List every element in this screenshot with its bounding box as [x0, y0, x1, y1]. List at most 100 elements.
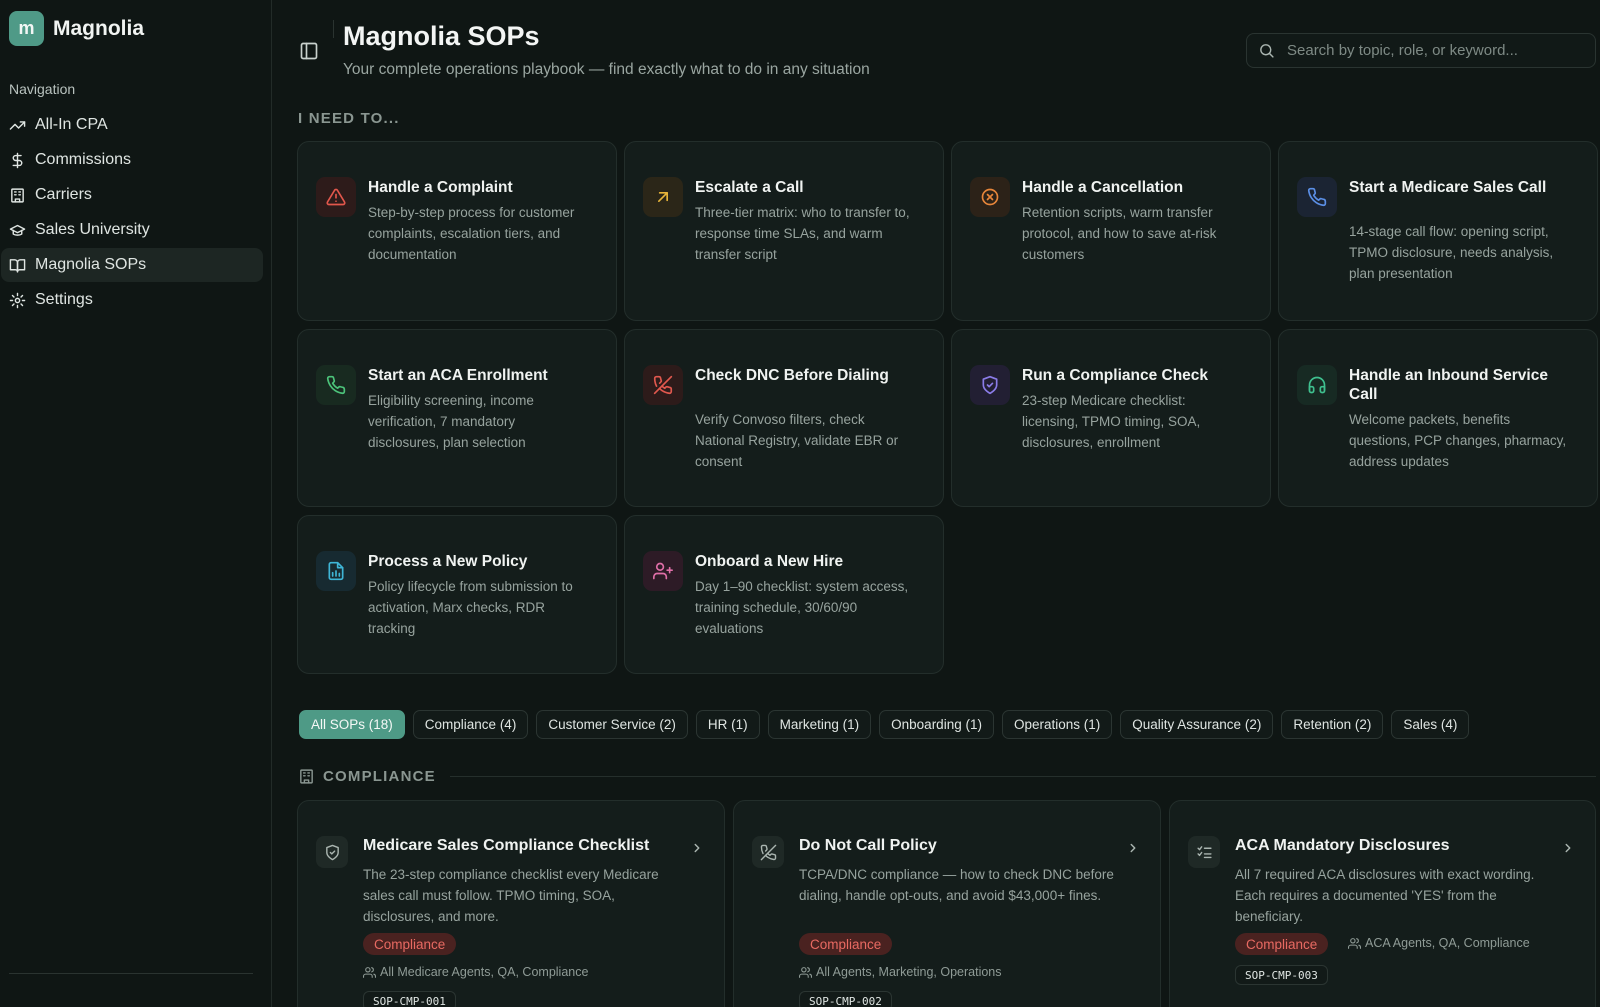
card-description: Eligibility screening, income verificati… — [368, 393, 534, 450]
sop-audience-text: ACA Agents, QA, Compliance — [1365, 936, 1530, 950]
page-subtitle: Your complete operations playbook — find… — [343, 61, 870, 78]
compliance-section-heading: COMPLIANCE — [298, 768, 436, 785]
compliance-heading-label: COMPLIANCE — [323, 768, 436, 785]
filter-onboarding[interactable]: Onboarding (1) — [879, 710, 994, 739]
sop-title: Do Not Call Policy — [799, 837, 937, 854]
sidebar-item-settings[interactable]: Settings — [1, 283, 263, 317]
card-title: Onboard a New Hire — [695, 553, 844, 570]
section-divider — [450, 776, 1596, 777]
sidebar-item-carriers[interactable]: Carriers — [1, 178, 263, 212]
card-handle-cancellation[interactable]: Handle a Cancellation Retention scripts,… — [951, 141, 1271, 321]
card-title: Handle an Inbound Service Call — [1349, 367, 1548, 403]
card-run-compliance-check[interactable]: Run a Compliance Check 23-step Medicare … — [951, 329, 1271, 507]
shield-check-icon — [316, 836, 348, 868]
users-icon — [363, 966, 376, 978]
card-description: Step-by-step process for customer compla… — [368, 205, 575, 262]
sidebar-item-all-in-cpa[interactable]: All-In CPA — [1, 108, 263, 142]
building-icon — [11, 187, 24, 203]
card-handle-inbound-call[interactable]: Handle an Inbound Service Call Welcome p… — [1278, 329, 1598, 507]
card-title: Escalate a Call — [695, 179, 804, 196]
sidebar-toggle-button[interactable] — [299, 41, 319, 61]
filter-retention[interactable]: Retention (2) — [1281, 710, 1384, 739]
card-description: Three-tier matrix: who to transfer to, r… — [695, 205, 910, 262]
sop-code: SOP-CMP-002 — [799, 991, 892, 1007]
card-process-new-policy[interactable]: Process a New Policy Policy lifecycle fr… — [297, 515, 617, 674]
sop-description: The 23-step compliance checklist every M… — [363, 867, 659, 924]
sop-audience: ACA Agents, QA, Compliance — [1348, 936, 1530, 950]
card-start-medicare-call[interactable]: Start a Medicare Sales Call 14-stage cal… — [1278, 141, 1598, 321]
card-description: Welcome packets, benefits questions, PCP… — [1349, 412, 1567, 469]
phone-icon — [316, 365, 356, 405]
arrow-up-right-icon — [643, 177, 683, 217]
card-description: Retention scripts, warm transfer protoco… — [1022, 205, 1217, 262]
search-box[interactable] — [1246, 33, 1596, 68]
filter-marketing[interactable]: Marketing (1) — [767, 710, 872, 739]
sop-code: SOP-CMP-003 — [1235, 965, 1328, 985]
card-description: Policy lifecycle from submission to acti… — [368, 579, 573, 636]
sop-card-cmp-003[interactable]: ACA Mandatory Disclosures All 7 required… — [1169, 800, 1596, 1007]
filter-compliance[interactable]: Compliance (4) — [412, 710, 529, 739]
category-badge: Compliance — [1235, 933, 1329, 955]
page-title: Magnolia SOPs — [343, 21, 540, 51]
filter-hr[interactable]: HR (1) — [695, 710, 760, 739]
card-escalate-call[interactable]: Escalate a Call Three-tier matrix: who t… — [624, 141, 944, 321]
sidebar: m Magnolia Navigation All-In CPA Commiss… — [0, 0, 272, 1007]
sidebar-divider — [9, 973, 253, 974]
search-icon — [1260, 44, 1274, 58]
sop-description: TCPA/DNC compliance — how to check DNC b… — [799, 867, 1114, 903]
app-name: Magnolia — [53, 16, 145, 40]
sidebar-item-label: Sales University — [35, 221, 150, 238]
chevron-right-icon[interactable] — [1561, 841, 1575, 855]
card-handle-complaint[interactable]: Handle a Complaint Step-by-step process … — [297, 141, 617, 321]
x-circle-icon — [970, 177, 1010, 217]
search-input[interactable] — [1287, 42, 1587, 59]
sop-audience-text: All Agents, Marketing, Operations — [816, 965, 1002, 979]
card-title: Run a Compliance Check — [1022, 367, 1209, 384]
card-description: 23-step Medicare checklist: licensing, T… — [1022, 393, 1201, 450]
graduation-cap-icon — [9, 224, 26, 236]
panel-left-icon — [300, 42, 318, 60]
phone-off-icon — [643, 365, 683, 405]
sidebar-item-label: Settings — [35, 291, 93, 308]
card-description: Verify Convoso filters, check National R… — [695, 412, 899, 469]
sidebar-item-magnolia-sops[interactable]: Magnolia SOPs — [1, 248, 263, 282]
filter-operations[interactable]: Operations (1) — [1001, 710, 1113, 739]
sop-code: SOP-CMP-001 — [363, 991, 456, 1007]
nav-list: All-In CPA Commissions Carriers Sales Un… — [1, 108, 263, 318]
sop-card-cmp-002[interactable]: Do Not Call Policy TCPA/DNC compliance —… — [733, 800, 1161, 1007]
users-icon — [799, 966, 812, 978]
sidebar-item-sales-university[interactable]: Sales University — [1, 213, 263, 247]
sop-description: All 7 required ACA disclosures with exac… — [1235, 867, 1535, 924]
chevron-right-icon[interactable] — [690, 841, 704, 855]
sidebar-item-commissions[interactable]: Commissions — [1, 143, 263, 177]
card-start-aca-enrollment[interactable]: Start an ACA Enrollment Eligibility scre… — [297, 329, 617, 507]
card-description: Day 1–90 checklist: system access, train… — [695, 579, 909, 636]
sidebar-item-label: Commissions — [35, 151, 132, 168]
sop-title: ACA Mandatory Disclosures — [1235, 837, 1450, 854]
filter-quality-assurance[interactable]: Quality Assurance (2) — [1120, 710, 1274, 739]
category-filters: All SOPs (18) Compliance (4) Customer Se… — [299, 710, 1477, 739]
app-logo: m — [9, 11, 44, 46]
book-icon — [9, 258, 26, 273]
filter-customer-service[interactable]: Customer Service (2) — [536, 710, 688, 739]
sop-audience: All Medicare Agents, QA, Compliance — [363, 965, 588, 979]
card-title: Process a New Policy — [368, 553, 528, 570]
nav-heading: Navigation — [9, 81, 76, 97]
gear-icon — [9, 292, 26, 308]
phone-off-icon — [752, 836, 784, 868]
brand[interactable]: m Magnolia — [9, 11, 144, 46]
card-title: Start an ACA Enrollment — [368, 367, 548, 384]
card-title: Handle a Cancellation — [1022, 179, 1184, 196]
trending-up-icon — [9, 120, 26, 130]
card-check-dnc[interactable]: Check DNC Before Dialing Verify Convoso … — [624, 329, 944, 507]
filter-sales[interactable]: Sales (4) — [1391, 710, 1470, 739]
list-checks-icon — [1188, 836, 1220, 868]
user-plus-icon — [643, 551, 683, 591]
chevron-right-icon[interactable] — [1126, 841, 1140, 855]
sop-card-cmp-001[interactable]: Medicare Sales Compliance Checklist The … — [297, 800, 725, 1007]
sop-title: Medicare Sales Compliance Checklist — [363, 837, 650, 854]
sidebar-item-label: All-In CPA — [35, 116, 108, 133]
filter-all-sops[interactable]: All SOPs (18) — [299, 710, 405, 739]
card-onboard-new-hire[interactable]: Onboard a New Hire Day 1–90 checklist: s… — [624, 515, 944, 674]
card-description: 14-stage call flow: opening script, TPMO… — [1349, 224, 1554, 281]
